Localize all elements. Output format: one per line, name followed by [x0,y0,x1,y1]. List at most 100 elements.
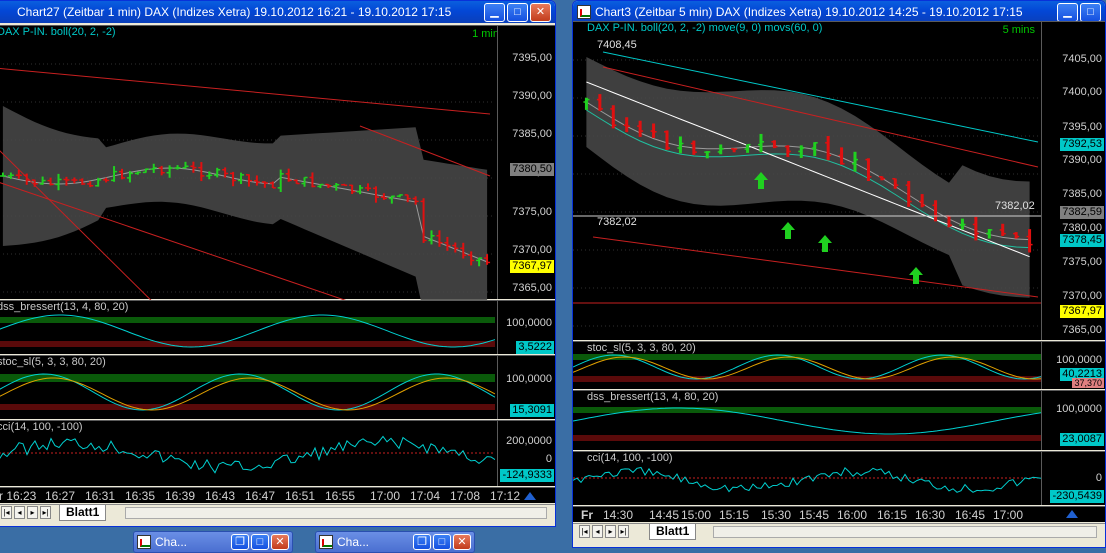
dss-label: dss_bressert(13, 4, 80, 20) [587,391,719,403]
sheet-bar: |◂ ◂ ▸ ▸| Blatt1 [0,504,555,521]
time-label: 16:27 [45,489,76,503]
oversold-zone [573,435,1043,441]
cci-pane[interactable]: cci(14, 100, -100) 200,0000 0 -124,9333 [0,420,555,486]
price-scale[interactable]: 7405,00 7400,00 7395,00 7390,00 7385,00 … [1041,22,1105,340]
price-tick: 7385,00 [512,128,552,140]
cci-value-tag: -124,9333 [500,469,554,482]
sheet-prev-button[interactable]: ◂ [592,525,603,538]
time-label: 16:51 [285,489,316,503]
scale-lock-icon[interactable] [1065,507,1079,519]
price-pane[interactable]: DAX P-IN. boll(20, 2, -2) move(9, 0) mov… [573,21,1105,340]
sheet-last-button[interactable]: ▸| [40,506,51,519]
price-tick: 7390,00 [1062,154,1102,166]
price-scale[interactable]: 7395,00 7390,00 7385,00 7380,00 7375,00 … [497,26,555,299]
price-tick: 7395,00 [512,52,552,64]
time-label: 15:45 [799,508,830,522]
price-chart[interactable] [0,26,495,300]
close-button[interactable]: ✕ [271,534,289,550]
close-button[interactable]: ✕ [453,534,471,550]
stoc-pane[interactable]: stoc_sl(5, 3, 3, 80, 20) 100,0000 15,309… [0,355,555,419]
stoc-tick: 100,0000 [506,373,552,385]
taskbar-button-chart[interactable]: Cha... ❐ □ ✕ [315,531,475,553]
stoc-scale: 100,0000 40,2213 37,370 [1041,342,1105,389]
sheet-bar: |◂ ◂ ▸ ▸| Blatt1 [573,523,1105,540]
hscroll-bar[interactable] [713,526,1097,538]
sheet-first-button[interactable]: |◂ [1,506,12,519]
cci-pane[interactable]: cci(14, 100, -100) 0 -230,5439 [573,451,1105,505]
price-tick: 7385,00 [1062,188,1102,200]
price-tick: 7400,00 [1062,86,1102,98]
price-tick: 7380,00 [1062,222,1102,234]
taskbar-button-label: Cha... [337,535,370,549]
price-tick: 7370,00 [512,244,552,256]
chart-app-icon [319,535,333,549]
close-button[interactable]: ✕ [530,2,551,22]
sheet-next-button[interactable]: ▸ [27,506,38,519]
stoc-pane[interactable]: stoc_sl(5, 3, 3, 80, 20) 100,0000 40,221… [573,341,1105,389]
bollinger-band [2,106,488,300]
time-label: 14:30 [603,508,634,522]
price-tick: 7370,00 [1062,290,1102,302]
stoc-label: stoc_sl(5, 3, 3, 80, 20) [587,342,696,354]
price-tick: 7365,00 [512,282,552,294]
maximize-button[interactable]: □ [507,2,528,22]
scale-lock-icon[interactable] [523,489,537,501]
maximize-button[interactable]: □ [251,534,269,550]
time-label: 14:45 [649,508,680,522]
window-title: Chart27 (Zeitbar 1 min) DAX (Indizes Xet… [17,5,452,19]
time-label: 15:30 [761,508,792,522]
sheet-tab[interactable]: Blatt1 [59,505,107,521]
chart-app-icon [137,535,151,549]
minimize-button[interactable]: ▁ [1057,2,1078,22]
time-axis[interactable]: r 16:23 16:27 16:31 16:35 16:39 16:43 16… [0,487,555,503]
price-tick: 7365,00 [1062,324,1102,336]
indicator-line [573,356,1042,380]
dss-label: dss_bressert(13, 4, 80, 20) [0,301,129,313]
sheet-tab[interactable]: Blatt1 [649,524,697,540]
taskbar-button-label: Cha... [155,535,188,549]
price-tick: 7375,00 [512,206,552,218]
chart3-titlebar[interactable]: Chart3 (Zeitbar 5 min) DAX (Indizes Xetr… [573,1,1105,23]
restore-button[interactable]: ❐ [231,534,249,550]
minimize-button[interactable]: ▁ [484,2,505,22]
price-pane[interactable]: DAX P-IN. boll(20, 2, -2) 1 min 7395,00 … [0,25,555,300]
price-tick: 7395,00 [1062,121,1102,133]
cci-scale: 200,0000 0 -124,9333 [497,421,555,486]
window-title: Chart3 (Zeitbar 5 min) DAX (Indizes Xetr… [595,5,1023,19]
time-label: 16:15 [877,508,908,522]
time-label: 15:15 [719,508,750,522]
oversold-zone [0,404,495,410]
price-tick: 7375,00 [1062,256,1102,268]
stoc-value2-tag: 37,370 [1072,378,1104,388]
maximize-button[interactable]: □ [433,534,451,550]
grey-line-tag: 7382,59 [1060,206,1104,219]
sheet-next-button[interactable]: ▸ [605,525,616,538]
maximize-button[interactable]: □ [1080,2,1101,22]
dss-value-tag: 3,5222 [516,341,554,354]
buy-arrow-icon [781,222,795,239]
dss-bressert-pane[interactable]: dss_bressert(13, 4, 80, 20) 100,0000 3,5… [0,300,555,354]
hline-left-label: 7382,02 [597,216,637,228]
restore-button[interactable]: ❐ [413,534,431,550]
time-label: 17:08 [450,489,481,503]
price-chart[interactable] [573,22,1043,341]
dss-bressert-pane[interactable]: dss_bressert(13, 4, 80, 20) 100,0000 23,… [573,390,1105,450]
taskbar-button-chart[interactable]: Cha... ❐ □ ✕ [133,531,293,553]
time-label: 16:55 [325,489,356,503]
cci-scale: 0 -230,5439 [1041,452,1105,505]
stoc-scale: 100,0000 15,3091 [497,356,555,419]
time-label: 16:45 [955,508,986,522]
sheet-first-button[interactable]: |◂ [579,525,590,538]
sheet-last-button[interactable]: ▸| [618,525,629,538]
timeframe-label: 5 mins [1002,24,1035,36]
price-pane-label: DAX P-IN. boll(20, 2, -2) move(9, 0) mov… [587,22,823,34]
hscroll-bar[interactable] [125,507,547,519]
indicator-line [0,435,495,474]
cci-label: cci(14, 100, -100) [0,421,83,433]
sheet-prev-button[interactable]: ◂ [14,506,25,519]
time-label: 16:47 [245,489,276,503]
time-axis[interactable]: Fr 14:30 14:45 15:00 15:15 15:30 15:45 1… [573,506,1105,522]
chart27-titlebar[interactable]: Chart27 (Zeitbar 1 min) DAX (Indizes Xet… [0,1,555,23]
price-tick: 7390,00 [512,90,552,102]
chart3-window: Chart3 (Zeitbar 5 min) DAX (Indizes Xetr… [572,0,1106,548]
